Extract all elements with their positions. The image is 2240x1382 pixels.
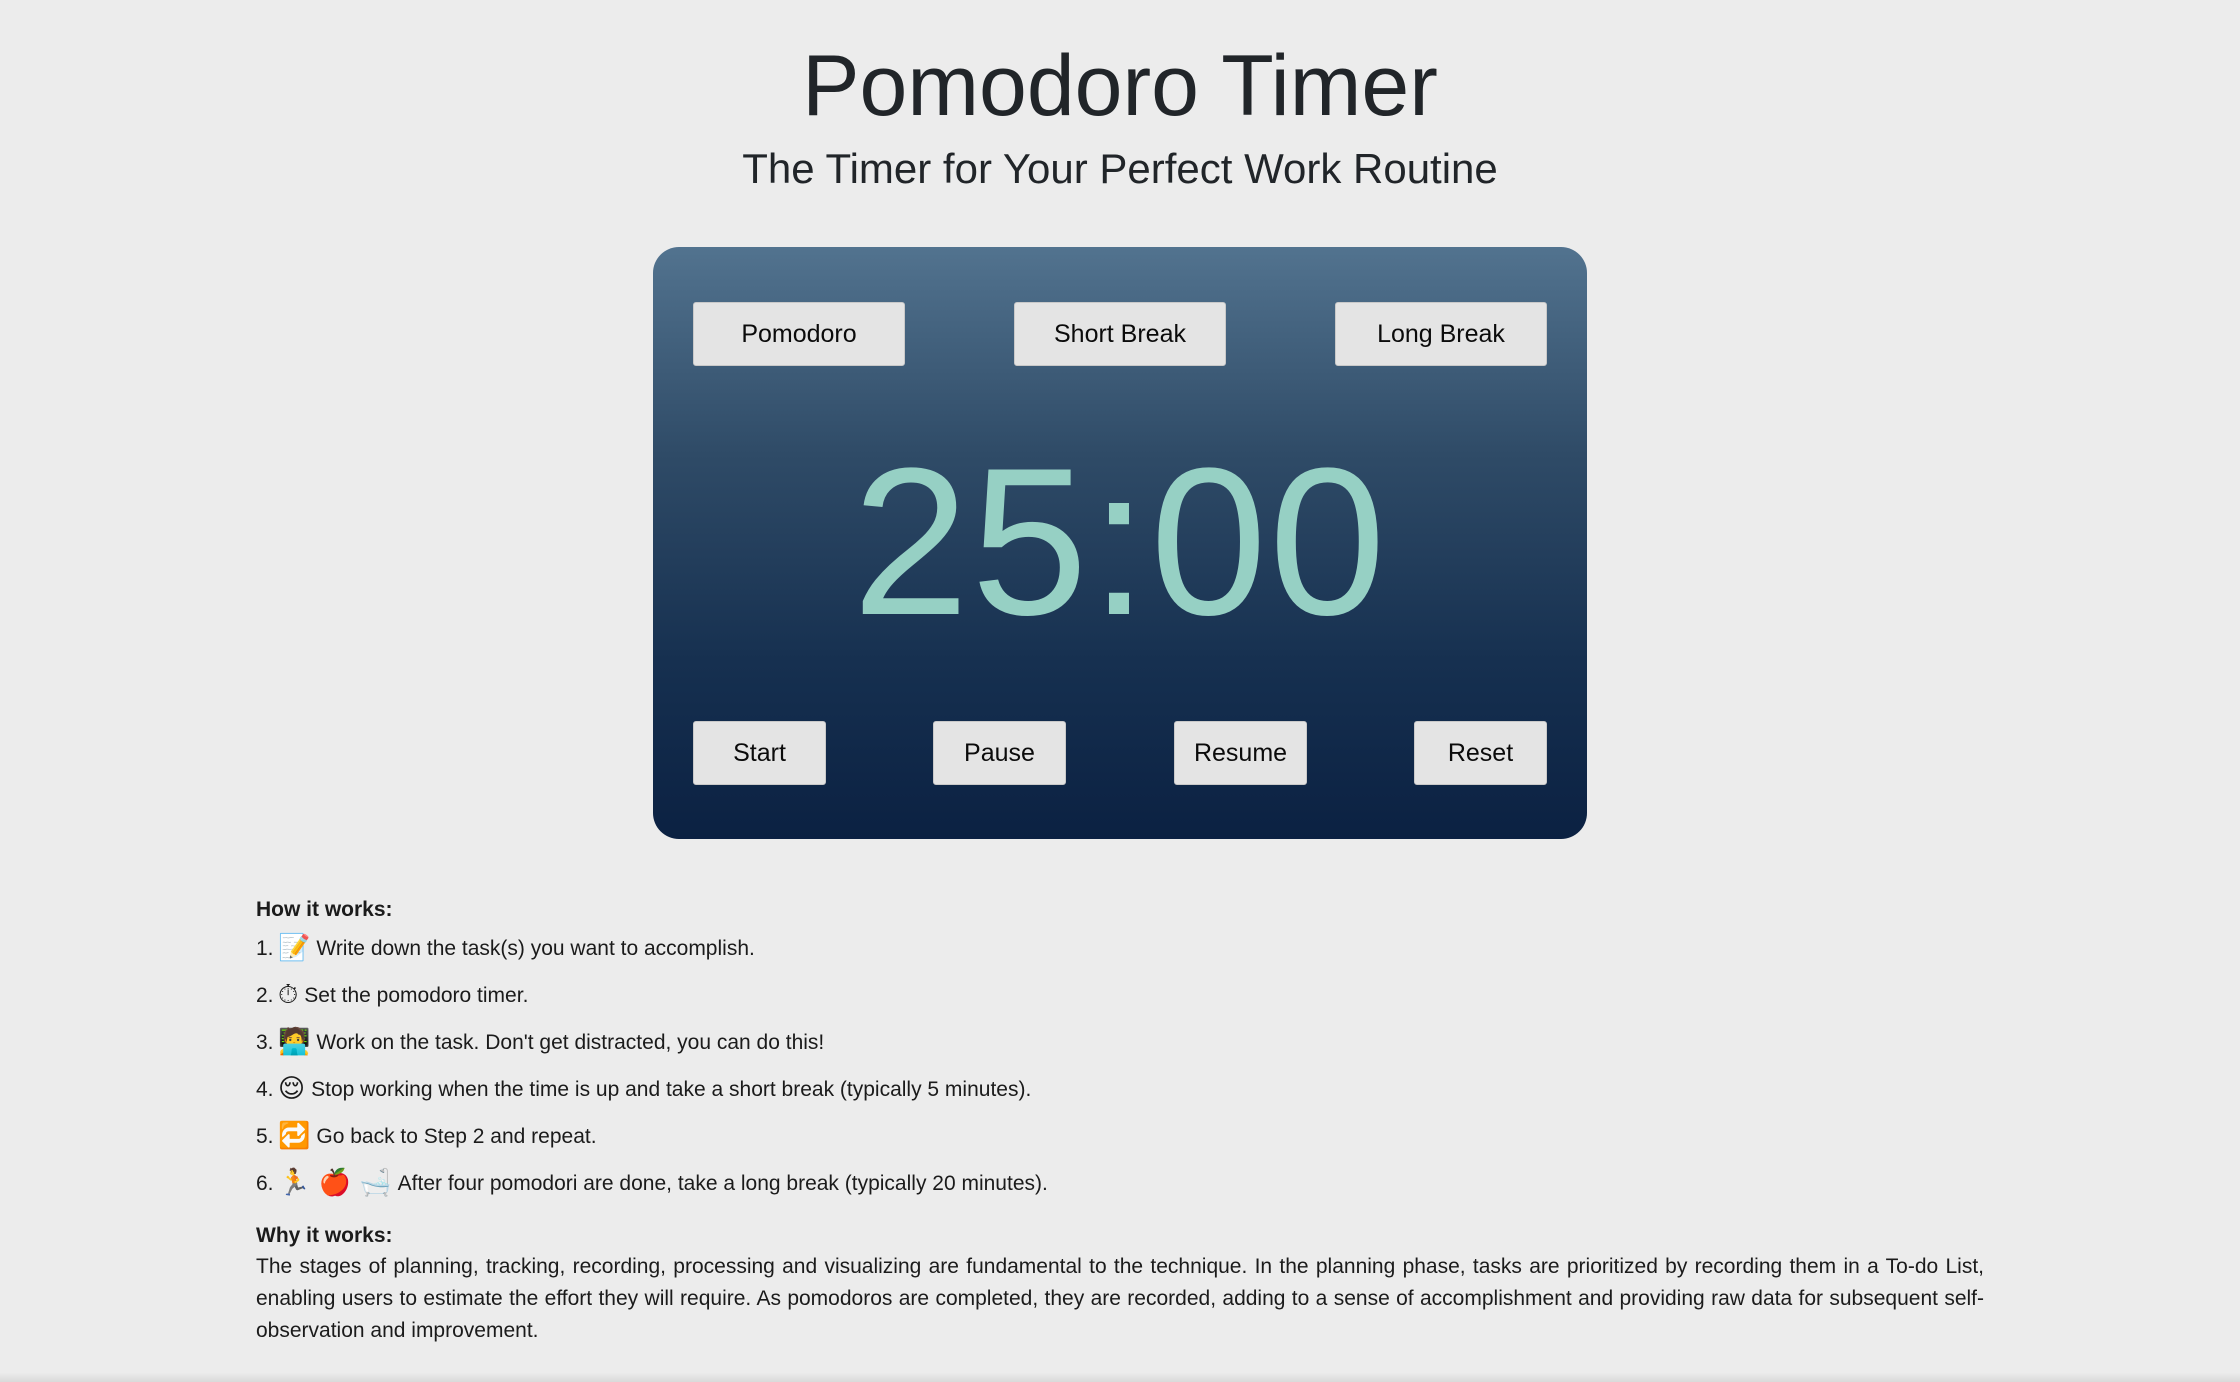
pause-button[interactable]: Pause [933, 721, 1066, 785]
runner-apple-bathtub-icons: 🏃 🍎 🛁 [278, 1168, 392, 1198]
short-break-mode-button[interactable]: Short Break [1014, 302, 1226, 366]
technologist-icon: 🧑‍💻 [278, 1027, 311, 1057]
reset-button[interactable]: Reset [1414, 721, 1547, 785]
resume-button[interactable]: Resume [1174, 721, 1307, 785]
info-section: How it works: 1. 📝 Write down the task(s… [256, 895, 1984, 1347]
timer-card: Pomodoro Short Break Long Break 25:00 St… [653, 247, 1587, 839]
repeat-icon: 🔁 [278, 1121, 311, 1151]
why-it-works-heading: Why it works: [256, 1224, 393, 1247]
why-it-works-text: The stages of planning, tracking, record… [256, 1255, 1984, 1342]
timer-display: 25:00 [852, 424, 1388, 659]
step-number: 1. [256, 937, 274, 960]
step-number: 4. [256, 1078, 274, 1101]
step-text: After four pomodori are done, take a lon… [397, 1172, 1048, 1195]
step-number: 5. [256, 1125, 274, 1148]
long-break-mode-button[interactable]: Long Break [1335, 302, 1547, 366]
step-number: 6. [256, 1172, 274, 1195]
step-item: 5. 🔁 Go back to Step 2 and repeat. [256, 1113, 1984, 1160]
step-item: 6. 🏃 🍎 🛁 After four pomodori are done, t… [256, 1160, 1984, 1207]
step-text: Work on the task. Don't get distracted, … [316, 1031, 825, 1054]
step-item: 4. 😌 Stop working when the time is up an… [256, 1066, 1984, 1113]
pomodoro-mode-button[interactable]: Pomodoro [693, 302, 905, 366]
step-text: Write down the task(s) you want to accom… [316, 937, 755, 960]
step-number: 2. [256, 984, 274, 1007]
step-number: 3. [256, 1031, 274, 1054]
step-text: Go back to Step 2 and repeat. [316, 1125, 597, 1148]
relieved-face-icon: 😌 [278, 1074, 306, 1104]
step-item: 3. 🧑‍💻 Work on the task. Don't get distr… [256, 1019, 1984, 1066]
page-subtitle: The Timer for Your Perfect Work Routine [742, 145, 1498, 192]
step-item: 2. ⏱ Set the pomodoro timer. [256, 972, 1984, 1019]
memo-icon: 📝 [278, 933, 311, 963]
how-it-works-heading: How it works: [256, 898, 393, 921]
bottom-shadow [0, 1372, 2240, 1382]
step-text: Set the pomodoro timer. [304, 984, 529, 1007]
stopwatch-icon: ⏱ [278, 980, 299, 1010]
start-button[interactable]: Start [693, 721, 826, 785]
page-title: Pomodoro Timer [802, 38, 1438, 134]
steps-list: 1. 📝 Write down the task(s) you want to … [256, 925, 1984, 1207]
step-text: Stop working when the time is up and tak… [311, 1078, 1032, 1101]
step-item: 1. 📝 Write down the task(s) you want to … [256, 925, 1984, 972]
